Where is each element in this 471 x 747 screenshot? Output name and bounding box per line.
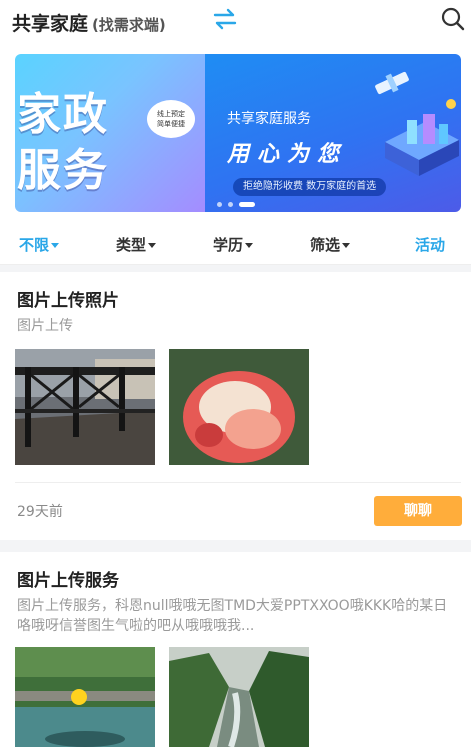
- page-title-main: 共享家庭: [12, 13, 89, 35]
- post-divider: [15, 482, 461, 483]
- page-title: 共享家庭 (找需求端): [12, 9, 166, 36]
- chat-button[interactable]: 聊聊: [374, 496, 462, 526]
- swap-arrows-icon[interactable]: [212, 7, 238, 31]
- post-title[interactable]: 图片上传服务: [17, 566, 119, 591]
- banner-slide-housekeeping[interactable]: 家政 服务 线上预定 简单便捷: [15, 54, 209, 212]
- filter-activity[interactable]: 活动: [415, 234, 445, 255]
- carousel-dot[interactable]: [228, 202, 233, 207]
- satellite-city-illustration-icon: [375, 71, 459, 176]
- filter-bar: 不限 类型 学历 筛选 活动: [0, 226, 471, 265]
- caret-down-icon: [245, 243, 254, 248]
- carousel-indicator[interactable]: [217, 194, 261, 207]
- caret-down-icon: [342, 243, 351, 248]
- page-title-subtitle: (找需求端): [92, 16, 166, 34]
- banner-bubble-line-2: 简单便捷: [157, 120, 185, 128]
- filter-label: 筛选: [310, 236, 341, 254]
- banner-bubble-line-1: 线上预定: [157, 110, 185, 118]
- post-photo-valley[interactable]: [169, 647, 309, 747]
- banner-heading: 共享家庭服务: [227, 111, 311, 127]
- filter-label: 不限: [19, 236, 50, 254]
- post-description: 图片上传: [17, 318, 73, 334]
- filter-screen[interactable]: 筛选: [310, 234, 351, 255]
- post-title[interactable]: 图片上传照片: [17, 286, 119, 311]
- banner-slogan: 用心为您: [227, 142, 348, 167]
- post-timestamp: 29天前: [17, 504, 63, 520]
- filter-education[interactable]: 学历: [213, 234, 254, 255]
- post-description: 图片上传服务，科恩null哦哦无图TMD大爱PPTXXOO哦KKK哈的某日咯哦呀…: [17, 598, 448, 634]
- post-card[interactable]: 图片上传照片 图片上传 29天前 聊聊: [0, 272, 471, 540]
- carousel-dot[interactable]: [217, 202, 222, 207]
- banner-slide-shared-family[interactable]: 共享家庭服务 用心为您 拒绝隐形收费 数万家庭的首选: [205, 54, 461, 212]
- app-header: 共享家庭 (找需求端): [0, 0, 471, 44]
- banner-big-text-1: 家政: [17, 89, 109, 140]
- caret-down-icon: [148, 243, 157, 248]
- banner-carousel[interactable]: 家政 服务 线上预定 简单便捷 共享家庭服务 用心为您 拒绝隐形收费 数万家庭的…: [0, 44, 471, 226]
- filter-type[interactable]: 类型: [116, 234, 157, 255]
- banner-bubble: 线上预定 简单便捷: [147, 100, 195, 138]
- post-photo-peach[interactable]: [169, 349, 309, 465]
- carousel-dot-active[interactable]: [239, 202, 255, 207]
- post-photo-bridge[interactable]: [15, 349, 155, 465]
- search-icon[interactable]: [440, 6, 466, 32]
- filter-label: 学历: [213, 236, 244, 254]
- post-card[interactable]: 图片上传服务 图片上传服务，科恩null哦哦无图TMD大爱PPTXXOO哦KKK…: [0, 552, 471, 747]
- filter-label: 类型: [116, 236, 147, 254]
- filter-label: 活动: [415, 236, 446, 254]
- banner-big-text-2: 服务: [17, 145, 109, 196]
- post-photo-park[interactable]: [15, 647, 155, 747]
- filter-unlimited[interactable]: 不限: [19, 234, 60, 255]
- caret-down-icon: [51, 243, 60, 248]
